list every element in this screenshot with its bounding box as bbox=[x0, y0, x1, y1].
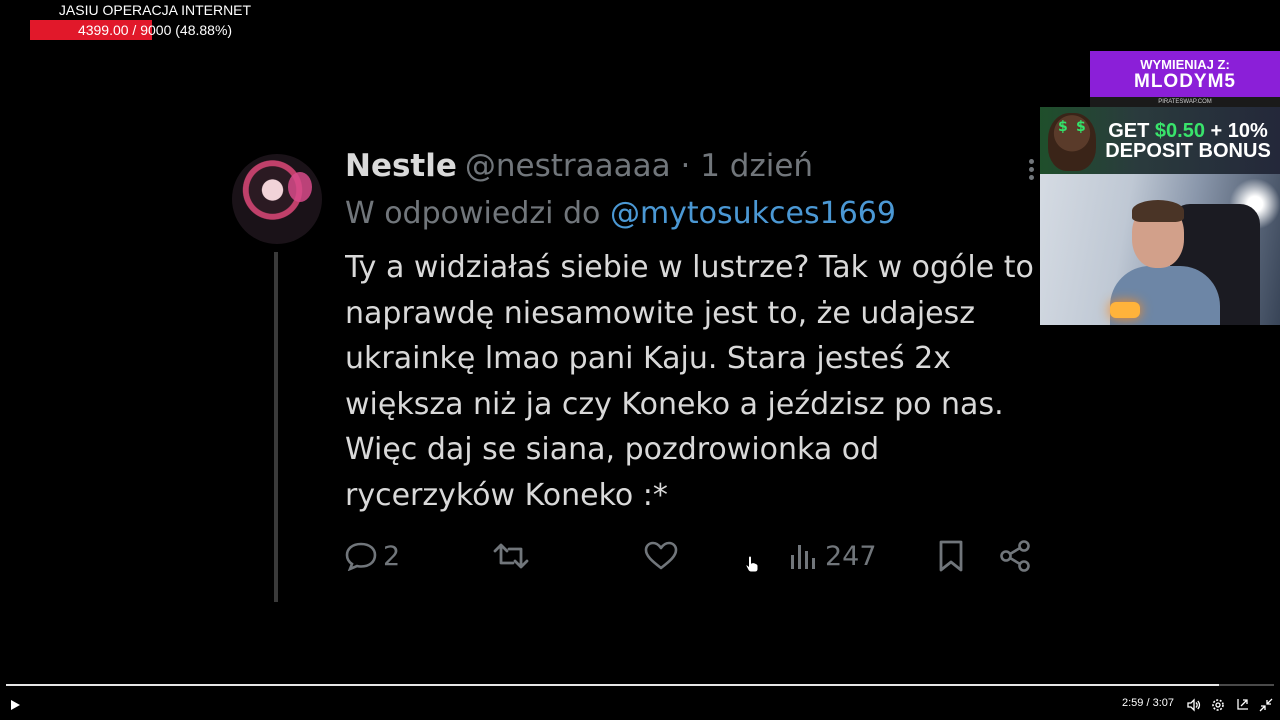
bookmark-button[interactable] bbox=[937, 536, 965, 576]
views-count: 247 bbox=[825, 540, 877, 572]
reply-button[interactable]: 2 bbox=[345, 536, 400, 576]
play-button[interactable] bbox=[6, 696, 24, 714]
tweet-line: Ty a widziałaś siebie w lustrze? Tak w o… bbox=[345, 250, 1034, 285]
more-options-icon[interactable] bbox=[1024, 156, 1038, 186]
miniplayer-button[interactable] bbox=[1233, 696, 1251, 714]
like-button[interactable] bbox=[644, 536, 678, 576]
swap-sponsor-title: WYMIENIAJ Z: bbox=[1140, 57, 1230, 72]
bonus-line-2: DEPOSIT BONUS bbox=[1105, 140, 1271, 162]
heart-icon bbox=[644, 541, 678, 570]
share-icon bbox=[1000, 540, 1030, 572]
tweet-line: ukrainkę lmao pani Kaju. Stara jesteś 2x bbox=[345, 341, 952, 376]
streamer-webcam bbox=[1040, 174, 1280, 325]
mascot-icon bbox=[1048, 113, 1096, 171]
video-time: 2:59 / 3:07 bbox=[1122, 697, 1174, 709]
author-handle-time[interactable]: @nestraaaaa · 1 dzień bbox=[465, 148, 813, 184]
tweet-actions: 2 247 bbox=[345, 536, 1045, 576]
settings-button[interactable] bbox=[1209, 696, 1227, 714]
tweet-line: rycerzyków Koneko :* bbox=[345, 477, 668, 513]
tweet-text: Ty a widziałaś siebie w lustrze? Tak w o… bbox=[345, 245, 1040, 521]
views-icon bbox=[791, 545, 815, 569]
swap-sponsor-site: PIRATESWAP.COM bbox=[1090, 97, 1280, 107]
swap-sponsor-banner: WYMIENIAJ Z: MLODYM5 PIRATESWAP.COM bbox=[1090, 51, 1280, 107]
tweet-header: Nestle @nestraaaaa · 1 dzień bbox=[345, 148, 813, 184]
exit-fullscreen-icon bbox=[1259, 698, 1273, 712]
avatar[interactable] bbox=[232, 154, 322, 244]
reply-prefix: W odpowiedzi do bbox=[345, 196, 601, 231]
reply-icon bbox=[345, 542, 377, 571]
tweet-line: Więc daj se siana, pozdrowionka od bbox=[345, 432, 880, 467]
share-button[interactable] bbox=[999, 536, 1031, 576]
video-progress-fill bbox=[6, 684, 1220, 686]
reply-mention-link[interactable]: @mytosukces1669 bbox=[610, 196, 896, 231]
goal-title: JASIU OPERACJA INTERNET bbox=[58, 2, 252, 18]
retweet-button[interactable] bbox=[493, 536, 529, 576]
exit-fullscreen-button[interactable] bbox=[1257, 696, 1275, 714]
hand-cursor-icon bbox=[745, 555, 759, 573]
swap-sponsor-code: MLODYM5 bbox=[1134, 71, 1236, 92]
volume-button[interactable] bbox=[1185, 696, 1203, 714]
donation-goal: JASIU OPERACJA INTERNET 4399.00 / 9000 (… bbox=[30, 0, 280, 42]
author-name[interactable]: Nestle bbox=[345, 148, 457, 184]
goal-progress-bar: 4399.00 / 9000 (48.88%) bbox=[30, 20, 280, 40]
goal-progress-text: 4399.00 / 9000 (48.88%) bbox=[77, 22, 233, 38]
retweet-icon bbox=[493, 543, 529, 569]
settings-icon bbox=[1212, 699, 1224, 711]
thread-line bbox=[274, 252, 278, 602]
bonus-line-1: GET $0.50 + 10% bbox=[1108, 120, 1268, 142]
tweet-line: naprawdę niesamowite jest to, że udajesz bbox=[345, 295, 976, 331]
miniplayer-icon bbox=[1237, 699, 1248, 710]
bookmark-icon bbox=[939, 540, 963, 572]
tweet-line: większa niż ja czy Koneko a jeździsz po … bbox=[345, 386, 1004, 422]
reply-count: 2 bbox=[383, 540, 401, 572]
video-progress-bar[interactable] bbox=[6, 684, 1274, 686]
volume-icon bbox=[1187, 698, 1201, 712]
play-icon bbox=[11, 700, 20, 710]
deposit-bonus-banner: GET $0.50 + 10% DEPOSIT BONUS bbox=[1040, 107, 1280, 174]
reply-to-line: W odpowiedzi do @mytosukces1669 bbox=[345, 196, 896, 231]
views-button[interactable]: 247 bbox=[789, 536, 877, 576]
